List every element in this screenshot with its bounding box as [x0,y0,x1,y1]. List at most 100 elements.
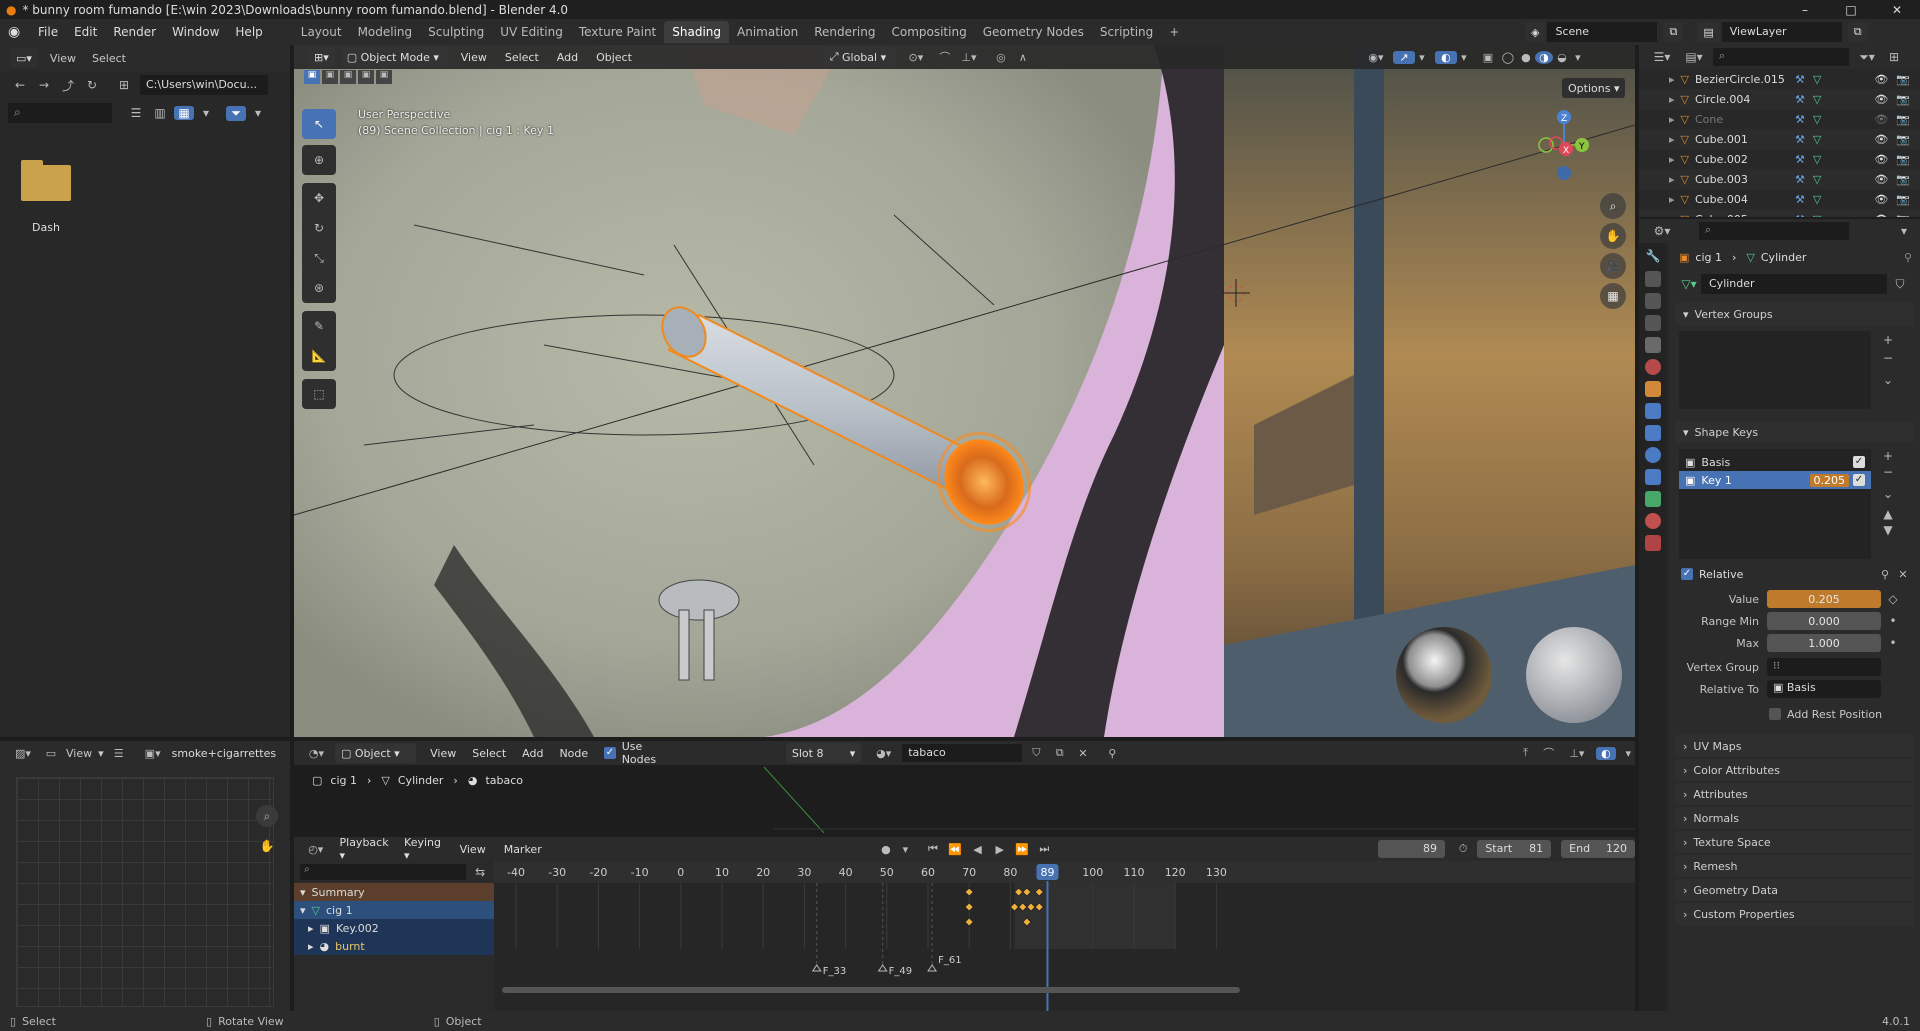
vertex-groups-list[interactable] [1679,331,1871,409]
pin-icon[interactable]: ⚲ [1904,251,1912,264]
expand-chevron-icon[interactable]: ▸ [1669,193,1675,206]
expand-chevron-icon[interactable]: ▸ [1669,213,1675,218]
record-chevron-icon[interactable]: ▾ [900,843,911,856]
end-frame-field[interactable]: End 120 [1561,840,1635,858]
shape-key-pin-icon[interactable]: ⚲ [1876,568,1894,581]
timeline-menu-view[interactable]: View [460,843,486,856]
frame-ruler[interactable] [494,861,1635,883]
range-min-field[interactable]: 0.000 [1767,612,1881,630]
vertex-group-field[interactable]: ⁝⁝ [1767,658,1881,676]
menu-render[interactable]: Render [105,25,164,39]
display-mode-icon[interactable]: ▤▾ [1681,50,1707,64]
material-fake-user-icon[interactable]: ⛉ [1028,746,1045,760]
node-overlay-chevron-icon[interactable]: ▾ [1622,747,1635,760]
fake-user-icon[interactable]: ⛉ [1891,277,1909,292]
folder-item[interactable]: Dash [16,160,76,245]
texture-tab-icon[interactable] [1645,535,1661,551]
viewport-editor-type-icon[interactable]: ⊞▾ [308,47,335,67]
max-dot-icon[interactable]: • [1885,636,1901,650]
visibility-eye-icon[interactable]: 👁 [1874,113,1888,126]
channel-swap-icon[interactable]: ⇆ [472,865,488,879]
expand-chevron-icon[interactable]: ▸ [1669,113,1675,126]
add-workspace-button[interactable]: + [1161,21,1187,43]
image-view-mode-icon[interactable]: ▭ [42,747,60,760]
shader-menu-add[interactable]: Add [522,747,543,760]
tool-tab-icon[interactable]: 🔧 [1645,249,1661,265]
image-hamburger-icon[interactable]: ☰ [110,747,128,760]
add-rest-checkbox[interactable] [1769,708,1781,720]
section-geometry-data[interactable]: › Geometry Data [1675,879,1914,901]
relative-to-field[interactable]: ▣ Basis [1767,680,1881,698]
menu-help[interactable]: Help [227,25,270,39]
expand-chevron-icon[interactable]: ▸ [1669,93,1675,106]
visibility-eye-icon[interactable]: 👁 [1874,93,1888,106]
viewport-menu-select[interactable]: Select [505,51,539,64]
overlay-chevron-icon[interactable]: ▾ [1457,51,1471,64]
output-tab-icon[interactable] [1645,293,1661,309]
section-remesh[interactable]: › Remesh [1675,855,1914,877]
sk-move-down-icon[interactable]: ▼ [1879,523,1897,537]
new-collection-icon[interactable]: ⊞ [1885,50,1903,64]
snap-icon[interactable]: ⌒ [934,49,956,65]
material-browse-icon[interactable]: ◕▾ [871,747,896,760]
new-view-layer-icon[interactable]: ⧉ [1847,22,1868,42]
visibility-eye-icon[interactable]: 👁 [1874,173,1888,186]
outliner-item[interactable]: ▸ ▽ Cube.004 ⚒ ▽ 👁 📷 [1639,189,1920,209]
outliner-item[interactable]: ▸ ▽ Cone ⚒ ▽ 👁 📷 [1639,109,1920,129]
new-scene-icon[interactable]: ⧉ [1663,22,1684,42]
image-browse-icon[interactable]: ▣▾ [140,747,166,760]
shader-menu-view[interactable]: View [430,747,456,760]
world-tab-icon[interactable] [1645,359,1661,375]
select-box-mode-icon[interactable]: ▣ [304,70,320,84]
ortho-grid-icon[interactable]: ▦ [1600,283,1626,309]
outliner-item[interactable]: ▸ ▽ Circle.004 ⚒ ▽ 👁 📷 [1639,89,1920,109]
viewport-menu-view[interactable]: View [461,51,487,64]
parent-node-tree-icon[interactable]: ⤒ [1517,746,1534,760]
properties-editor-type-icon[interactable]: ⚙▾ [1649,224,1675,238]
image-editor-type-icon[interactable]: ▨▾ [10,747,36,760]
image-zoom-icon[interactable]: ⌕ [256,805,278,827]
render-camera-icon[interactable]: 📷 [1896,153,1910,166]
shader-type-dropdown[interactable]: ▢ Object ▾ [334,743,417,763]
menu-window[interactable]: Window [164,25,227,39]
rendered-shading-icon[interactable]: ◒ [1553,51,1571,64]
section-color-attributes[interactable]: › Color Attributes [1675,759,1914,781]
xray-icon[interactable]: ▣ [1477,51,1499,64]
filter-icon[interactable]: ⏷ [226,105,246,121]
transform-orientation-dropdown[interactable]: ⤢ Global ▾ [819,47,896,67]
use-nodes-checkbox[interactable]: ✓ [604,747,616,759]
zoom-icon[interactable]: ⌕ [1600,193,1626,219]
relative-checkbox[interactable]: ✓ [1681,568,1693,580]
tab-uv-editing[interactable]: UV Editing [492,21,571,43]
view-layer-tab-icon[interactable] [1645,315,1661,331]
value-slider[interactable]: 0.205 [1767,590,1881,608]
filter-chevron-icon[interactable]: ▾ [250,106,266,120]
shading-chevron-icon[interactable]: ▾ [1571,51,1585,64]
measure-tool-icon[interactable]: 📐 [302,341,336,371]
tab-modeling[interactable]: Modeling [350,21,421,43]
vg-add-icon[interactable]: + [1879,333,1897,347]
close-button[interactable]: ✕ [1874,3,1920,17]
pivot-icon[interactable]: ⊙▾ [902,51,930,64]
outliner-item[interactable]: ▸ ▽ BezierCircle.015 ⚒ ▽ 👁 📷 [1639,69,1920,89]
forward-arrow-icon[interactable]: → [34,78,54,92]
editor-type-icon[interactable]: ▭▾ [10,48,38,68]
scene-tab-icon[interactable] [1645,337,1661,353]
data-tab-icon[interactable] [1645,491,1661,507]
scene-icon[interactable]: ◈ [1525,22,1546,42]
select-extend-icon[interactable]: ▣ [322,70,338,84]
blender-menu-icon[interactable]: ◉ [8,24,30,40]
material-name-field[interactable]: tabaco [902,744,1022,762]
menu-file[interactable]: File [30,25,66,39]
pan-hand-icon[interactable]: ✋ [1600,223,1626,249]
channel-search-input[interactable]: ⌕ [300,864,467,880]
path-field[interactable]: C:\Users\win\Docu... [140,75,268,95]
particles-tab-icon[interactable] [1645,425,1661,441]
material-shading-icon[interactable]: ◑ [1534,50,1553,64]
image-pan-hand-icon[interactable]: ✋ [256,835,278,857]
timeline-editor-type-icon[interactable]: ◴▾ [304,843,328,856]
tab-scripting[interactable]: Scripting [1092,21,1161,43]
shader-menu-select[interactable]: Select [472,747,506,760]
select-subtract-icon[interactable]: ▣ [340,70,356,84]
select-intersect-icon[interactable]: ▣ [376,70,392,84]
